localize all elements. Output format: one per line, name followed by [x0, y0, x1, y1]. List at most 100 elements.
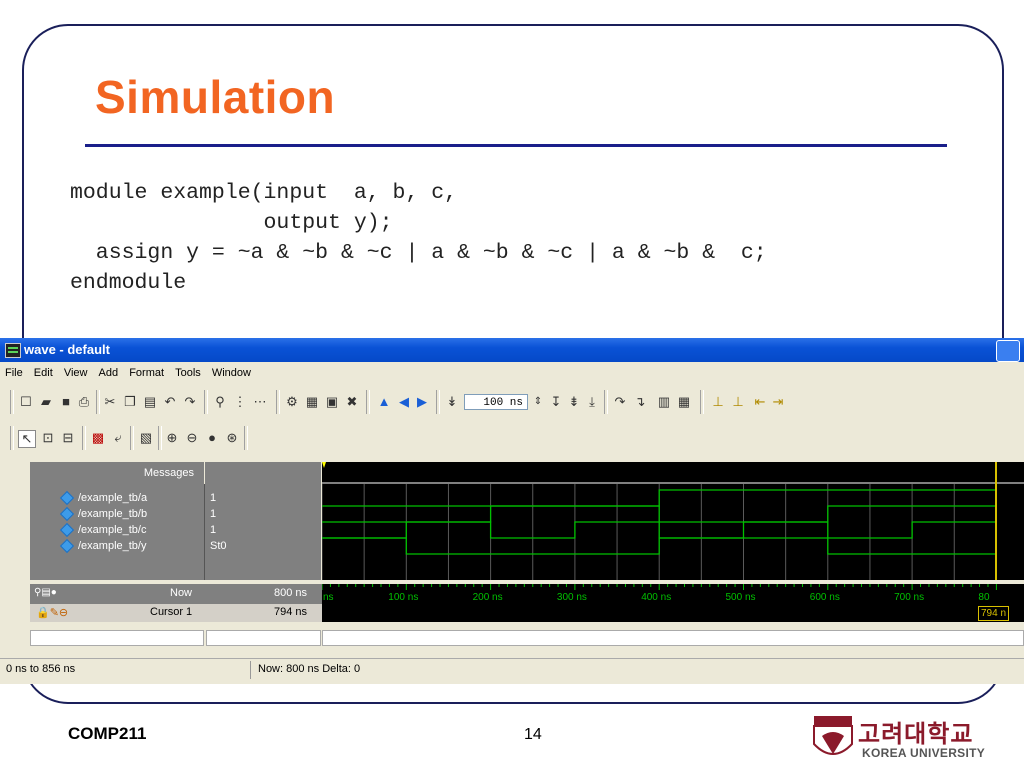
- up-arrow-icon[interactable]: ▲: [376, 394, 392, 410]
- status-now: Now: 800 ns Delta: 0: [258, 663, 361, 675]
- toolbar-separator: [700, 390, 704, 414]
- toolbar-separator: [158, 426, 162, 450]
- break-icon[interactable]: ✖: [344, 394, 360, 410]
- toolbar-separator: [604, 390, 608, 414]
- window-control-button[interactable]: [996, 340, 1020, 362]
- cursor-track[interactable]: 794 n: [322, 604, 1024, 622]
- window-titlebar: wave - default: [0, 338, 1024, 362]
- copy-icon[interactable]: ❐: [122, 394, 138, 410]
- run-length-spinner-icon[interactable]: ⇕: [530, 394, 546, 410]
- run-length-input[interactable]: 100 ns: [464, 394, 528, 410]
- values-scrollbar[interactable]: [206, 630, 321, 646]
- signal-value: 1: [210, 524, 217, 536]
- ruler-label: 400 ns: [641, 592, 671, 603]
- cursor-remove-icon[interactable]: ⊥: [730, 394, 746, 410]
- zoom-in-icon[interactable]: ⊕: [164, 430, 180, 446]
- next-edge-icon[interactable]: ⇥: [770, 394, 786, 410]
- wave-trace-b: [322, 505, 997, 523]
- signal-value: 1: [210, 508, 217, 520]
- status-bar: 0 ns to 856 ns Now: 800 ns Delta: 0: [0, 658, 1024, 681]
- signal-row-b[interactable]: /example_tb/b: [59, 506, 147, 522]
- menu-tools[interactable]: Tools: [175, 364, 201, 382]
- open-folder-icon[interactable]: ▰: [38, 394, 54, 410]
- compile-all-icon[interactable]: ▦: [304, 394, 320, 410]
- previous-edge-icon[interactable]: ⇤: [752, 394, 768, 410]
- compile-icon[interactable]: ⚙: [284, 394, 300, 410]
- run-icon[interactable]: ↧: [548, 394, 564, 410]
- forward-arrow-icon[interactable]: ▶: [414, 394, 430, 410]
- wave-window-icon: [5, 343, 21, 358]
- signal-row-a[interactable]: /example_tb/a: [59, 490, 148, 506]
- menu-window[interactable]: Window: [212, 364, 251, 382]
- paste-icon[interactable]: ▤: [142, 394, 158, 410]
- toolbar-separator: [244, 426, 248, 450]
- run-all-icon[interactable]: ⤓: [584, 394, 600, 410]
- select-mode-icon[interactable]: ↖: [18, 430, 36, 448]
- cut-icon[interactable]: ✂: [102, 394, 118, 410]
- ruler-label: 80: [978, 592, 990, 603]
- toolbar-separator: [96, 390, 100, 414]
- cursor-icons[interactable]: 🔒✎⊖: [36, 606, 68, 619]
- now-icons: ⚲▤●: [34, 587, 57, 598]
- new-file-icon[interactable]: ☐: [18, 394, 34, 410]
- waveform-pane[interactable]: [321, 462, 1024, 580]
- logo-english-text: KOREA UNIVERSITY: [862, 746, 986, 760]
- signal-name: /example_tb/a: [78, 492, 148, 504]
- cursor-time-tag[interactable]: 794 n: [978, 606, 1010, 621]
- collapse-icon[interactable]: ⋮: [232, 394, 248, 410]
- edit-insert-icon[interactable]: ⤶: [110, 430, 126, 446]
- menu-bar: File Edit View Add Format Tools Window: [0, 364, 1024, 382]
- signal-value: St0: [210, 540, 227, 552]
- find-icon[interactable]: ⚲: [212, 394, 228, 410]
- scrollbar-row: [30, 630, 1024, 646]
- step-icon[interactable]: ↷: [612, 394, 628, 410]
- menu-file[interactable]: File: [5, 364, 23, 382]
- performance-icon[interactable]: ▥: [656, 394, 672, 410]
- university-seal-icon: [813, 716, 853, 755]
- back-arrow-icon[interactable]: ◀: [396, 394, 412, 410]
- print-icon[interactable]: ⎙: [76, 394, 92, 410]
- format-icon[interactable]: ▧: [138, 430, 154, 446]
- cursor-row: 🔒✎⊖ Cursor 1 794 ns 794 n: [30, 604, 1024, 622]
- code-line: assign y = ~a & ~b & ~c | a & ~b & ~c | …: [70, 241, 767, 265]
- ruler-label: ns: [323, 592, 334, 603]
- menu-view[interactable]: View: [64, 364, 88, 382]
- signal-diamond-icon: [59, 539, 75, 554]
- memory-icon[interactable]: ▦: [676, 394, 692, 410]
- status-divider: [250, 661, 251, 679]
- menu-add[interactable]: Add: [99, 364, 119, 382]
- restart-icon[interactable]: ↡: [444, 394, 460, 410]
- insert-breakpoint-icon[interactable]: ▩: [90, 430, 106, 446]
- now-value: 800 ns: [274, 587, 308, 599]
- simulate-icon[interactable]: ▣: [324, 394, 340, 410]
- continue-run-icon[interactable]: ⇟: [566, 394, 582, 410]
- dataflow-icon[interactable]: ⊟: [60, 430, 76, 446]
- cursor-label: Cursor 1: [150, 606, 193, 618]
- menu-edit[interactable]: Edit: [34, 364, 53, 382]
- toolbar-separator: [204, 390, 208, 414]
- wave-scrollbar[interactable]: [322, 630, 1024, 646]
- undo-icon[interactable]: ↶: [162, 394, 178, 410]
- code-line: output y);: [70, 211, 393, 235]
- expand-icon[interactable]: ⋯: [252, 394, 268, 410]
- zoom-cursor-icon[interactable]: ⊛: [224, 430, 240, 446]
- zoom-out-icon[interactable]: ⊖: [184, 430, 200, 446]
- signal-row-y[interactable]: /example_tb/y: [59, 538, 146, 554]
- cursor-add-icon[interactable]: ⊥: [710, 394, 726, 410]
- ruler-label: 700 ns: [894, 592, 924, 603]
- menu-format[interactable]: Format: [129, 364, 164, 382]
- university-logo: 고려대학교 KOREA UNIVERSITY: [812, 714, 992, 766]
- zoom-full-icon[interactable]: ●: [204, 430, 220, 446]
- wave-trace-a: [322, 489, 997, 507]
- step-over-icon[interactable]: ↴: [632, 394, 648, 410]
- save-icon[interactable]: ■: [58, 394, 74, 410]
- main-toolbar: ☐ ▰ ■ ⎙ ✂ ❐ ▤ ↶ ↷ ⚲ ⋮ ⋯ ⚙ ▦ ▣ ✖ ▲ ◀ ▶ ↡ …: [0, 386, 1024, 418]
- toolbar-separator: [436, 390, 440, 414]
- names-scrollbar[interactable]: [30, 630, 204, 646]
- zoom-mode-icon[interactable]: ⊡: [40, 430, 56, 446]
- signal-value: 1: [210, 492, 217, 504]
- redo-icon[interactable]: ↷: [182, 394, 198, 410]
- values-header: [205, 462, 321, 484]
- signal-row-c[interactable]: /example_tb/c: [59, 522, 146, 538]
- signal-diamond-icon: [59, 491, 75, 506]
